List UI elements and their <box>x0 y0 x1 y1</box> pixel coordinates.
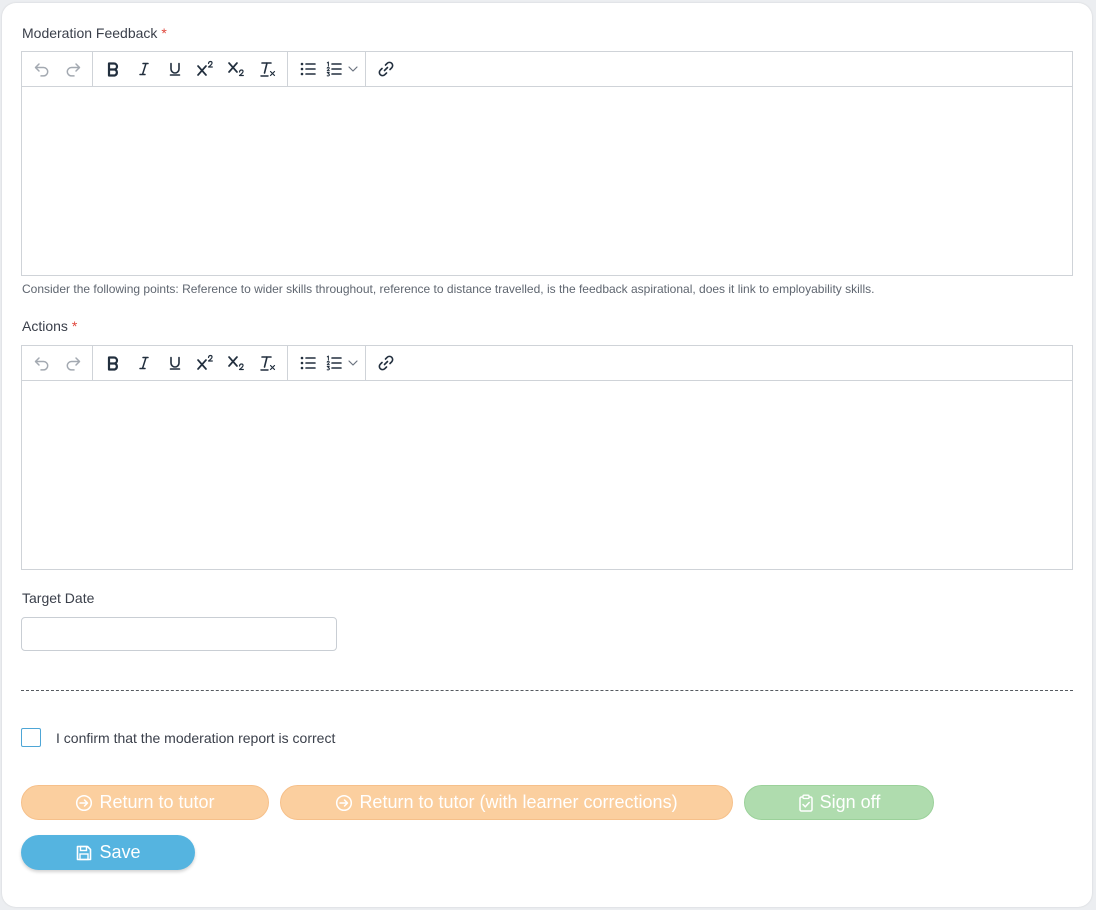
subscript-icon <box>227 62 244 77</box>
moderation-feedback-editor <box>21 51 1073 276</box>
underline-button[interactable] <box>159 55 190 83</box>
undo-icon <box>34 63 48 77</box>
italic-icon <box>138 356 149 370</box>
underline-icon <box>169 356 180 370</box>
sign-off-label: Sign off <box>819 792 881 812</box>
chevron-down-icon <box>348 66 358 72</box>
arrow-circle-right-icon <box>75 794 93 812</box>
italic-button[interactable] <box>128 349 159 377</box>
redo-icon <box>66 357 80 371</box>
bullet-list-icon <box>300 62 316 76</box>
clear-formatting-icon <box>259 356 275 371</box>
undo-button[interactable] <box>26 349 57 377</box>
italic-button[interactable] <box>128 55 159 83</box>
clear-formatting-button[interactable] <box>252 55 283 83</box>
superscript-button[interactable] <box>190 55 221 83</box>
history-group <box>22 51 93 87</box>
link-button[interactable] <box>370 349 401 377</box>
superscript-button[interactable] <box>190 349 221 377</box>
undo-button[interactable] <box>26 55 57 83</box>
subscript-icon <box>227 356 244 371</box>
italic-icon <box>138 62 149 76</box>
redo-button[interactable] <box>57 349 88 377</box>
history-group <box>22 345 93 381</box>
link-icon <box>378 355 393 371</box>
editor-toolbar <box>22 345 1072 381</box>
confirm-row: I confirm that the moderation report is … <box>21 728 335 747</box>
editor-toolbar <box>22 51 1072 87</box>
bold-button[interactable] <box>97 55 128 83</box>
return-to-tutor-corrections-label: Return to tutor (with learner correction… <box>359 792 678 812</box>
return-to-tutor-button[interactable]: Return to tutor <box>21 785 269 820</box>
target-date-label: Target Date <box>22 590 95 606</box>
undo-icon <box>34 357 48 371</box>
numbered-list-button[interactable] <box>323 55 345 83</box>
actions-label: Actions * <box>22 318 77 334</box>
bullet-list-button[interactable] <box>292 349 323 377</box>
link-button[interactable] <box>370 55 401 83</box>
numbered-list-dropdown[interactable] <box>345 55 361 83</box>
format-group <box>93 51 288 87</box>
actions-label-text: Actions <box>22 318 68 334</box>
confirm-checkbox[interactable] <box>21 728 41 747</box>
moderation-feedback-text-area[interactable] <box>22 87 1072 275</box>
section-divider <box>21 690 1073 691</box>
clipboard-check-icon <box>798 794 814 812</box>
list-group <box>288 51 366 87</box>
moderation-form-card: Moderation Feedback * Consider the follo… <box>2 3 1092 907</box>
return-to-tutor-corrections-button[interactable]: Return to tutor (with learner correction… <box>280 785 733 820</box>
clear-formatting-icon <box>259 62 275 77</box>
superscript-icon <box>196 354 213 370</box>
required-marker: * <box>161 25 167 41</box>
target-date-input[interactable] <box>21 617 337 651</box>
moderation-feedback-label: Moderation Feedback * <box>22 25 167 41</box>
arrow-circle-right-icon <box>335 794 353 812</box>
bullet-list-icon <box>300 356 316 370</box>
confirm-label: I confirm that the moderation report is … <box>56 729 336 746</box>
save-button[interactable]: Save <box>21 835 195 870</box>
underline-icon <box>169 62 180 76</box>
subscript-button[interactable] <box>221 349 252 377</box>
bullet-list-button[interactable] <box>292 55 323 83</box>
numbered-list-icon <box>326 355 342 371</box>
moderation-feedback-label-text: Moderation Feedback <box>22 25 158 41</box>
bold-button[interactable] <box>97 349 128 377</box>
subscript-button[interactable] <box>221 55 252 83</box>
underline-button[interactable] <box>159 349 190 377</box>
numbered-list-button[interactable] <box>323 349 345 377</box>
chevron-down-icon <box>348 360 358 366</box>
actions-text-area[interactable] <box>22 381 1072 569</box>
return-to-tutor-label: Return to tutor <box>99 792 215 812</box>
required-marker: * <box>71 318 78 334</box>
actions-editor <box>21 345 1073 570</box>
format-group <box>93 345 288 381</box>
bold-icon <box>107 356 118 371</box>
numbered-list-dropdown[interactable] <box>345 349 361 377</box>
link-group <box>366 346 405 381</box>
list-group <box>288 345 366 381</box>
sign-off-button[interactable]: Sign off <box>744 785 934 820</box>
redo-icon <box>66 63 80 77</box>
save-icon <box>75 844 93 862</box>
numbered-list-icon <box>326 61 342 77</box>
bold-icon <box>107 62 118 77</box>
redo-button[interactable] <box>57 55 88 83</box>
save-label: Save <box>99 842 141 862</box>
link-icon <box>378 61 393 77</box>
superscript-icon <box>196 60 213 76</box>
moderation-feedback-help-text: Consider the following points: Reference… <box>22 282 875 296</box>
clear-formatting-button[interactable] <box>252 349 283 377</box>
link-group <box>366 52 405 87</box>
